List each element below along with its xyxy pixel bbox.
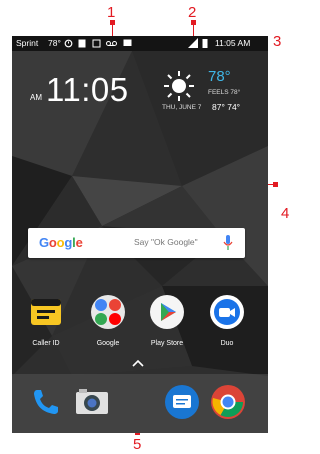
weather-high-low: 87° 74° [212,102,241,112]
app-label-play-store: Play Store [150,340,184,347]
app-google-folder[interactable]: Google [80,294,136,347]
chevron-up-icon[interactable] [132,359,144,367]
callout-1: 1 [107,4,116,21]
google-folder-icon [91,295,125,329]
favorites-dock [12,374,268,433]
app-caller-id[interactable]: Caller ID [18,294,74,347]
app-duo[interactable]: Duo [199,294,255,347]
callout-5: 5 [133,436,142,453]
callout-2-dot [191,20,196,25]
app-label-duo: Duo [220,340,234,347]
camera-icon[interactable] [74,384,110,420]
voicemail-icon [106,41,117,46]
messages-icon[interactable] [164,384,200,420]
google-search-bar[interactable]: Google Say "Ok Google" [28,228,245,258]
sun-icon[interactable] [162,69,196,103]
status-bar: Sprint 78° 11:05 AM [12,36,268,51]
play-store-icon [150,295,184,329]
chrome-icon[interactable] [210,384,246,420]
clock-ampm[interactable]: AM [30,93,42,102]
app-label-caller-id: Caller ID [32,340,60,347]
alarm-icon [64,39,73,48]
weather-date: THU, JUNE 7 [162,104,202,111]
phone-home-screen: Sprint 78° 11:05 AM AM 11:05 78° FEELS 7… [12,36,268,433]
callout-4-dot [273,182,278,187]
battery-icon [202,39,208,48]
signal-icon [188,38,198,48]
weather-temperature[interactable]: 78° [208,68,231,85]
document-icon [78,39,86,48]
status-time: 11:05 AM [215,38,251,48]
status-temperature: 78° [48,38,61,48]
callout-2: 2 [188,4,197,21]
app-label-google: Google [96,340,120,347]
carrier-name: Sprint [16,38,39,48]
caller-id-icon [31,299,61,325]
duo-icon [210,295,244,329]
callout-3: 3 [273,33,282,50]
message-notification-icon [123,39,132,46]
microphone-icon[interactable] [223,235,233,251]
callout-4: 4 [281,205,290,222]
app-play-store[interactable]: Play Store [139,294,195,347]
phone-icon[interactable] [28,384,64,420]
clock-time[interactable]: 11:05 [46,71,129,109]
weather-feels-like: FEELS 78° [208,89,241,96]
search-hint: Say "Ok Google" [134,237,198,247]
google-logo: Google [39,235,83,250]
callout-1-dot [110,20,115,25]
sim-icon [92,39,101,48]
